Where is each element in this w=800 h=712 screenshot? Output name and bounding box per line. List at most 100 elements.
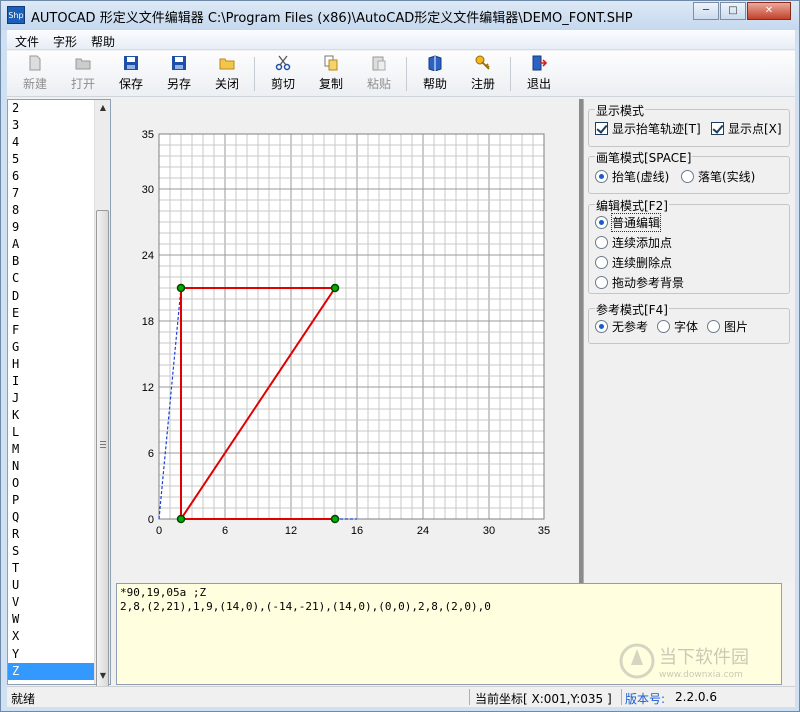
menu-help[interactable]: 帮助 (91, 33, 115, 50)
add-points-label: 连续添加点 (612, 236, 673, 250)
toolbar-separator (254, 57, 255, 91)
copy-button[interactable]: 复制 (311, 55, 351, 95)
minimize-button[interactable]: ─ (693, 2, 719, 20)
glyph-list-item[interactable]: D (8, 288, 94, 305)
close-window-button[interactable]: ✕ (747, 2, 791, 20)
shape-grid-chart[interactable]: 0 6 12 16 24 30 35 0 6 12 18 24 30 35 (112, 99, 578, 606)
maximize-button[interactable]: □ (720, 2, 746, 20)
exit-button[interactable]: 退出 (519, 55, 559, 95)
paste-button[interactable]: 粘贴 (359, 55, 399, 95)
scroll-up-arrow-icon[interactable]: ▲ (95, 100, 111, 116)
show-pen-up-trace-checkbox[interactable]: 显示抬笔轨迹[T] (595, 120, 701, 137)
no-reference-radio[interactable]: 无参考 (595, 318, 648, 335)
help-button-label: 帮助 (422, 77, 447, 91)
glyph-list-item[interactable]: J (8, 390, 94, 407)
edit-mode-group: 编辑模式[F2] 普通编辑 连续添加点 连续删除点 拖动参考背景 (588, 197, 790, 294)
y-tick-label: 24 (142, 250, 154, 262)
glyph-list-item[interactable]: F (8, 322, 94, 339)
glyph-list-item[interactable]: B (8, 253, 94, 270)
glyph-list-item[interactable]: H (8, 356, 94, 373)
glyph-list-item[interactable]: Y (8, 646, 94, 663)
glyph-list-item[interactable]: N (8, 458, 94, 475)
toolbar-separator (406, 57, 407, 91)
new-button[interactable]: 新建 (15, 55, 55, 95)
paste-button-label: 粘贴 (366, 77, 391, 91)
shape-point (176, 283, 186, 293)
glyph-list-item[interactable]: M (8, 441, 94, 458)
copy-icon (324, 55, 338, 71)
glyph-list-item[interactable]: Q (8, 509, 94, 526)
status-separator (469, 689, 470, 705)
status-coordinates: 当前坐标[ X:001,Y:035 ] (475, 692, 612, 706)
glyph-list-item[interactable]: W (8, 611, 94, 628)
save-button[interactable]: 保存 (111, 55, 151, 95)
glyph-list-scrollbar[interactable]: ▲ ▼ (94, 100, 111, 690)
glyph-list-item[interactable]: P (8, 492, 94, 509)
glyph-list[interactable]: 23456789ABCDEFGHIJKLMNOPQRSTUVWXYZ (8, 100, 94, 684)
radio-checked-icon (595, 320, 608, 333)
glyph-list-item[interactable]: I (8, 373, 94, 390)
delete-points-radio[interactable]: 连续删除点 (595, 254, 672, 271)
glyph-list-item[interactable]: C (8, 270, 94, 287)
menu-glyph[interactable]: 字形 (53, 33, 77, 50)
glyph-list-item[interactable]: R (8, 526, 94, 543)
radio-unchecked-icon (681, 170, 694, 183)
glyph-list-item[interactable]: 7 (8, 185, 94, 202)
client-area: 文件 字形 帮助 新建 打开 保存 另存 关闭 剪切 复制 粘贴 帮助 注册 退… (7, 30, 795, 707)
pen-down-radio[interactable]: 落笔(实线) (681, 168, 755, 185)
save-as-disk-icon (172, 56, 186, 70)
glyph-list-item[interactable]: Z (8, 662, 94, 680)
glyph-list-item[interactable]: U (8, 577, 94, 594)
paste-clipboard-icon (372, 56, 386, 71)
shape-canvas[interactable]: 0 6 12 16 24 30 35 0 6 12 18 24 30 35 (112, 99, 578, 606)
scroll-down-arrow-icon[interactable]: ▼ (95, 668, 111, 684)
glyph-list-item[interactable]: 5 (8, 151, 94, 168)
x-tick-label: 0 (156, 525, 162, 537)
drag-background-radio[interactable]: 拖动参考背景 (595, 274, 684, 291)
save-as-button[interactable]: 另存 (159, 55, 199, 95)
glyph-list-pane: 23456789ABCDEFGHIJKLMNOPQRSTUVWXYZ ▲ ▼ (7, 99, 111, 690)
title-bar[interactable]: Shp AUTOCAD 形定义文件编辑器 C:\Program Files (x… (1, 1, 799, 30)
close-file-button[interactable]: 关闭 (207, 55, 247, 95)
open-button[interactable]: 打开 (63, 55, 103, 95)
font-reference-label: 字体 (674, 320, 699, 334)
glyph-list-item[interactable]: E (8, 305, 94, 322)
glyph-list-item[interactable]: 8 (8, 202, 94, 219)
image-reference-radio[interactable]: 图片 (707, 318, 748, 335)
cut-button[interactable]: 剪切 (263, 55, 303, 95)
toolbar-separator (510, 57, 511, 91)
y-tick-label: 6 (148, 448, 154, 460)
glyph-list-item[interactable]: K (8, 407, 94, 424)
font-reference-radio[interactable]: 字体 (657, 318, 698, 335)
add-points-radio[interactable]: 连续添加点 (595, 234, 672, 251)
y-tick-label: 0 (148, 514, 154, 526)
glyph-list-item[interactable]: 2 (8, 100, 94, 117)
normal-edit-radio[interactable]: 普通编辑 (595, 213, 662, 232)
register-button[interactable]: 注册 (463, 55, 503, 95)
glyph-list-item[interactable]: T (8, 560, 94, 577)
glyph-list-item[interactable]: 6 (8, 168, 94, 185)
glyph-list-item[interactable]: V (8, 594, 94, 611)
folder-icon (219, 58, 235, 70)
glyph-list-item[interactable]: G (8, 339, 94, 356)
glyph-list-item[interactable]: L (8, 424, 94, 441)
glyph-list-item[interactable]: 9 (8, 219, 94, 236)
menu-bar: 文件 字形 帮助 (7, 30, 795, 50)
glyph-list-item[interactable]: A (8, 236, 94, 253)
glyph-list-item[interactable]: S (8, 543, 94, 560)
save-as-button-label: 另存 (166, 77, 191, 91)
x-tick-label: 16 (351, 525, 363, 537)
pen-up-radio[interactable]: 抬笔(虚线) (595, 168, 669, 185)
show-pen-up-trace-label: 显示抬笔轨迹[T] (612, 122, 701, 136)
pen-mode-group: 画笔模式[SPACE] 抬笔(虚线) 落笔(实线) (588, 149, 790, 194)
x-tick-label: 24 (417, 525, 429, 537)
glyph-list-item[interactable]: 4 (8, 134, 94, 151)
glyph-list-item[interactable]: 3 (8, 117, 94, 134)
help-button[interactable]: 帮助 (415, 55, 455, 95)
show-points-checkbox[interactable]: 显示点[X] (711, 120, 782, 137)
scrollbar-thumb[interactable] (96, 210, 109, 690)
glyph-list-item[interactable]: X (8, 628, 94, 645)
glyph-list-item[interactable]: O (8, 475, 94, 492)
options-pane: 显示模式 显示抬笔轨迹[T] 显示点[X] 画笔模式[SPACE] 抬笔(虚线) (583, 99, 795, 606)
menu-file[interactable]: 文件 (15, 33, 39, 50)
